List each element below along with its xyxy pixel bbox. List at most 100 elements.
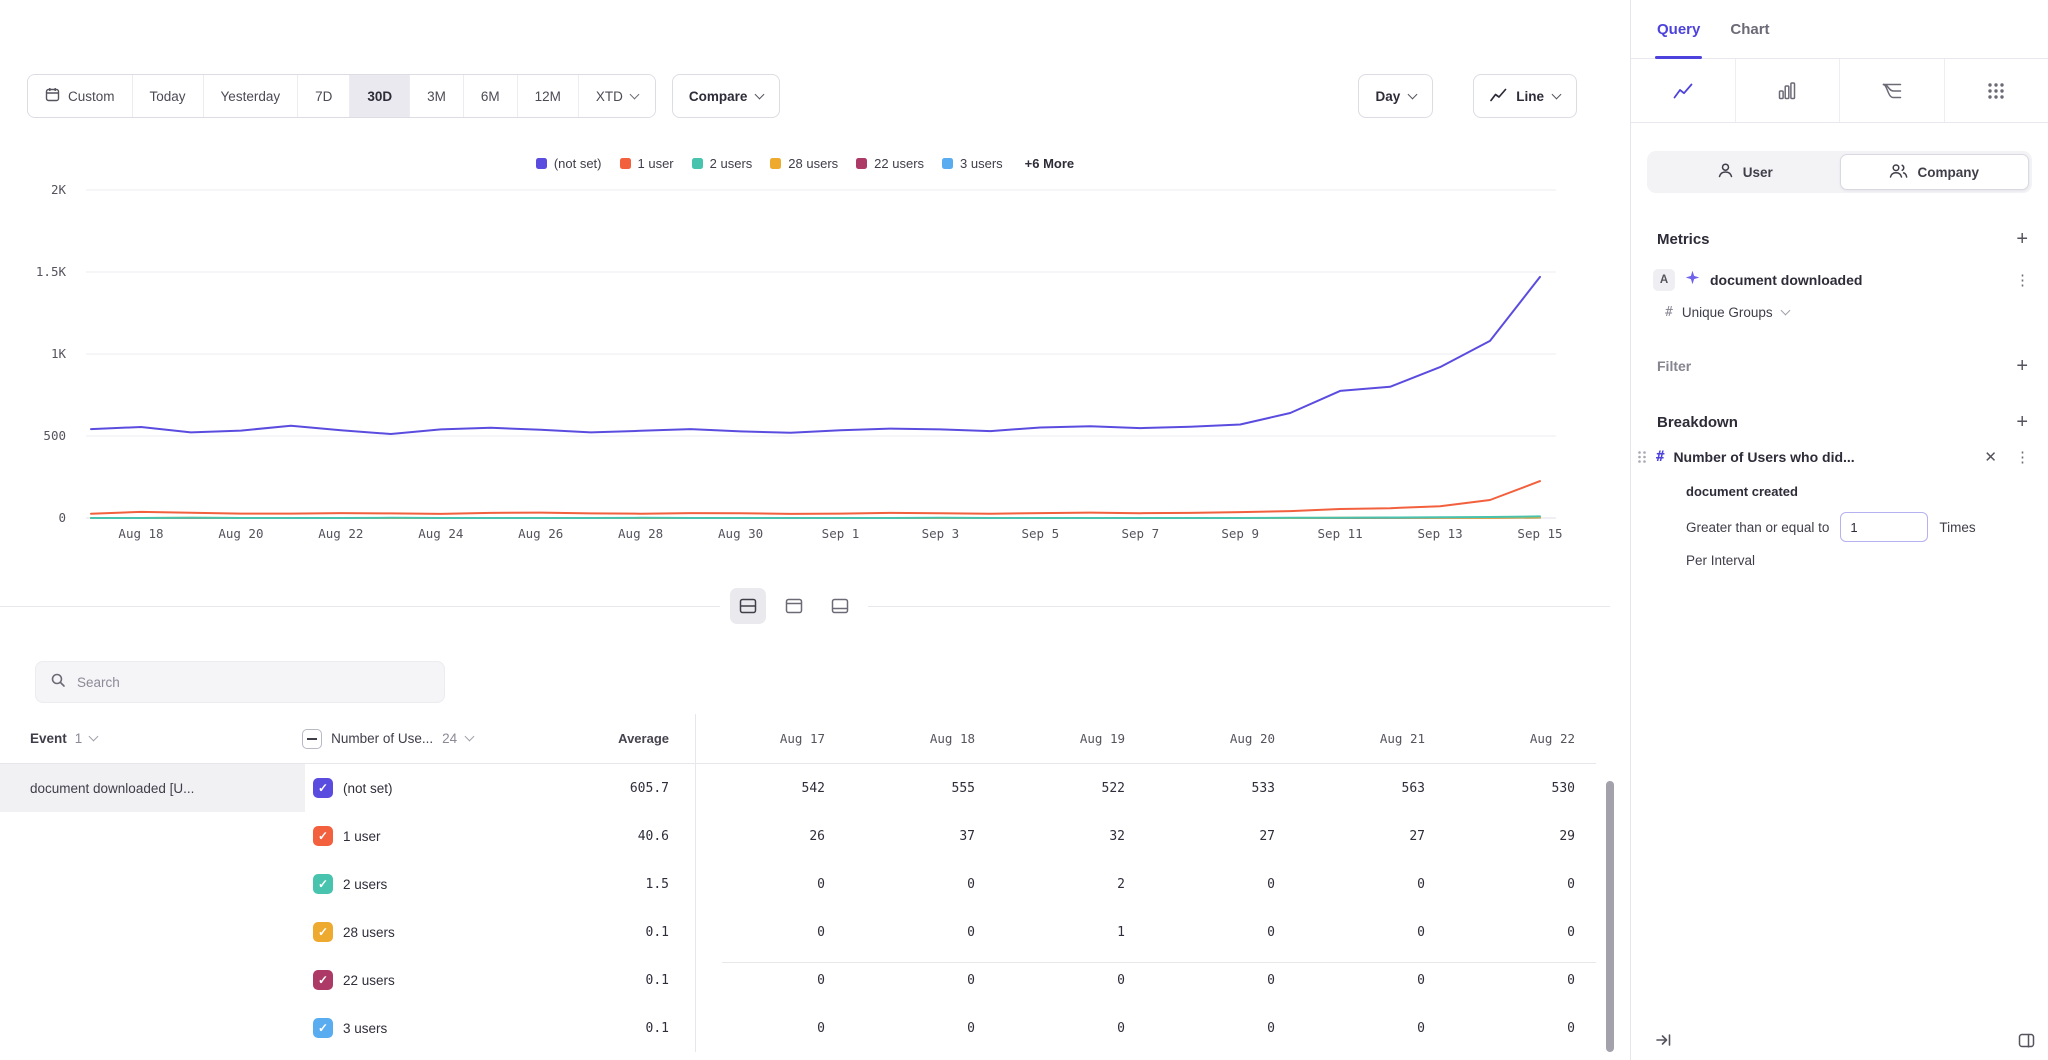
grid-chart-type-tab[interactable]	[1945, 59, 2048, 122]
cell-value: 0	[1567, 973, 1575, 988]
cell-value: 542	[802, 781, 825, 796]
condition-label: Greater than or equal to	[1686, 520, 1829, 535]
sidebar-layout-icon[interactable]	[2018, 1033, 2035, 1048]
table-only-toggle[interactable]	[822, 588, 858, 624]
tab-query[interactable]: Query	[1657, 0, 1700, 58]
user-icon	[1717, 162, 1734, 182]
breakdown-kebab-icon[interactable]: ⋮	[2011, 448, 2034, 466]
event-column-header[interactable]: Event 1	[0, 714, 294, 763]
company-segment[interactable]: Company	[1840, 154, 2030, 190]
series-checkbox[interactable]: ✓	[313, 778, 333, 798]
series-checkbox[interactable]: ✓	[313, 826, 333, 846]
vertical-scrollbar[interactable]	[1606, 781, 1614, 1052]
cell-value: 0	[1267, 1021, 1275, 1036]
chevron-down-icon	[1408, 89, 1418, 99]
table-row[interactable]: ✓ 2 users 1.5 002000	[0, 860, 1596, 908]
split-view-toggle[interactable]	[730, 588, 766, 624]
drag-handle-icon[interactable]	[1637, 450, 1647, 464]
unit-label: Times	[1939, 520, 1975, 535]
add-metric-button[interactable]: +	[2016, 229, 2028, 249]
date-column-headers: Aug 17Aug 18Aug 19Aug 20Aug 21Aug 22	[696, 714, 1596, 763]
line-chart[interactable]: 05001K1.5K2KAug 18Aug 20Aug 22Aug 24Aug …	[0, 130, 1610, 560]
user-segment[interactable]: User	[1650, 154, 1840, 190]
range-30d-button[interactable]: 30D	[349, 75, 409, 117]
svg-text:Sep 13: Sep 13	[1418, 526, 1463, 541]
tab-chart[interactable]: Chart	[1730, 0, 1769, 58]
date-column-header[interactable]: Aug 22	[1446, 714, 1596, 763]
range-12m-button[interactable]: 12M	[517, 75, 578, 117]
table-row[interactable]: ✓ 1 user 40.6 263732272729	[0, 812, 1596, 860]
granularity-button[interactable]: Day	[1358, 74, 1433, 118]
cell-value: 0	[817, 1021, 825, 1036]
series-header-label: Number of Use...	[331, 731, 433, 746]
chart-type-selector	[1631, 59, 2048, 123]
series-checkbox[interactable]: ✓	[313, 1018, 333, 1038]
series-checkbox[interactable]: ✓	[313, 970, 333, 990]
range-3m-button[interactable]: 3M	[409, 75, 463, 117]
date-column-header[interactable]: Aug 20	[1146, 714, 1296, 763]
svg-text:Sep 9: Sep 9	[1221, 526, 1259, 541]
range-today-button[interactable]: Today	[132, 75, 203, 117]
add-breakdown-button[interactable]: +	[2016, 412, 2028, 432]
search-input[interactable]	[77, 675, 430, 690]
chart-type-button[interactable]: Line	[1473, 74, 1577, 118]
svg-text:Sep 15: Sep 15	[1517, 526, 1562, 541]
chevron-down-icon	[465, 732, 475, 742]
series-label: 3 users	[343, 1021, 387, 1036]
date-column-header[interactable]: Aug 19	[996, 714, 1146, 763]
range-custom-button[interactable]: Custom	[28, 75, 132, 117]
metric-card[interactable]: A document downloaded ⋮ # Unique Groups	[1631, 249, 2048, 320]
chart-toolbar: CustomTodayYesterday7D30D3M6M12MXTD Comp…	[27, 74, 1577, 118]
cell-value: 0	[1267, 973, 1275, 988]
table-row[interactable]: ✓ 22 users 0.1 000000	[0, 956, 1596, 1004]
bar-chart-type-tab[interactable]	[1736, 59, 1841, 122]
add-filter-button[interactable]: +	[2016, 356, 2028, 376]
date-column-header[interactable]: Aug 21	[1296, 714, 1446, 763]
cell-value: 0	[967, 973, 975, 988]
svg-text:Aug 18: Aug 18	[118, 526, 163, 541]
collapse-panel-icon[interactable]	[1655, 1032, 1673, 1048]
svg-text:Sep 7: Sep 7	[1121, 526, 1159, 541]
table-row[interactable]: ✓ 28 users 0.1 001000	[0, 908, 1596, 956]
table-row[interactable]: ✓ 3 users 0.1 000000	[0, 1004, 1596, 1052]
compare-button[interactable]: Compare	[672, 74, 781, 118]
metric-kebab-icon[interactable]: ⋮	[2011, 271, 2034, 289]
line-chart-icon	[1490, 88, 1507, 105]
svg-text:Aug 24: Aug 24	[418, 526, 463, 541]
table-row[interactable]: document downloaded [U... ✓ (not set) 60…	[0, 764, 1596, 812]
flow-chart-type-tab[interactable]	[1840, 59, 1945, 122]
cell-value: 29	[1559, 829, 1575, 844]
series-checkbox[interactable]: ✓	[313, 922, 333, 942]
calendar-icon	[45, 87, 60, 105]
search-box[interactable]	[35, 661, 445, 703]
range-6m-button[interactable]: 6M	[463, 75, 517, 117]
series-label: 22 users	[343, 973, 395, 988]
range-yesterday-button[interactable]: Yesterday	[203, 75, 298, 117]
line-chart-type-tab[interactable]	[1631, 59, 1736, 122]
select-all-checkbox[interactable]	[302, 729, 322, 749]
series-checkbox[interactable]: ✓	[313, 874, 333, 894]
cell-value: 1	[1117, 925, 1125, 940]
metric-badge: A	[1653, 269, 1675, 291]
measure-dropdown[interactable]: # Unique Groups	[1665, 305, 2034, 320]
svg-text:Aug 22: Aug 22	[318, 526, 363, 541]
date-column-header[interactable]: Aug 17	[696, 714, 846, 763]
threshold-input[interactable]	[1840, 512, 1928, 542]
date-column-header[interactable]: Aug 18	[846, 714, 996, 763]
range-7d-button[interactable]: 7D	[297, 75, 349, 117]
breakdown-title: Number of Users who did...	[1673, 449, 1970, 465]
table-header-row: Event 1 Number of Use... 24 Average Aug …	[0, 714, 1596, 764]
svg-text:500: 500	[43, 428, 66, 443]
event-count: 1	[75, 731, 83, 746]
average-value: 1.5	[646, 877, 669, 892]
property-icon: #	[1656, 449, 1664, 465]
svg-text:1K: 1K	[51, 346, 67, 361]
close-icon[interactable]: ✕	[1979, 448, 2002, 466]
breakdown-heading: Breakdown	[1657, 414, 1738, 431]
chart-only-toggle[interactable]	[776, 588, 812, 624]
range-xtd-button[interactable]: XTD	[578, 75, 655, 117]
series-column-header[interactable]: Number of Use... 24	[294, 714, 539, 763]
event-row[interactable]: document downloaded [U...	[0, 764, 305, 812]
cell-value: 0	[1117, 1021, 1125, 1036]
chart-type-label: Line	[1516, 89, 1544, 104]
